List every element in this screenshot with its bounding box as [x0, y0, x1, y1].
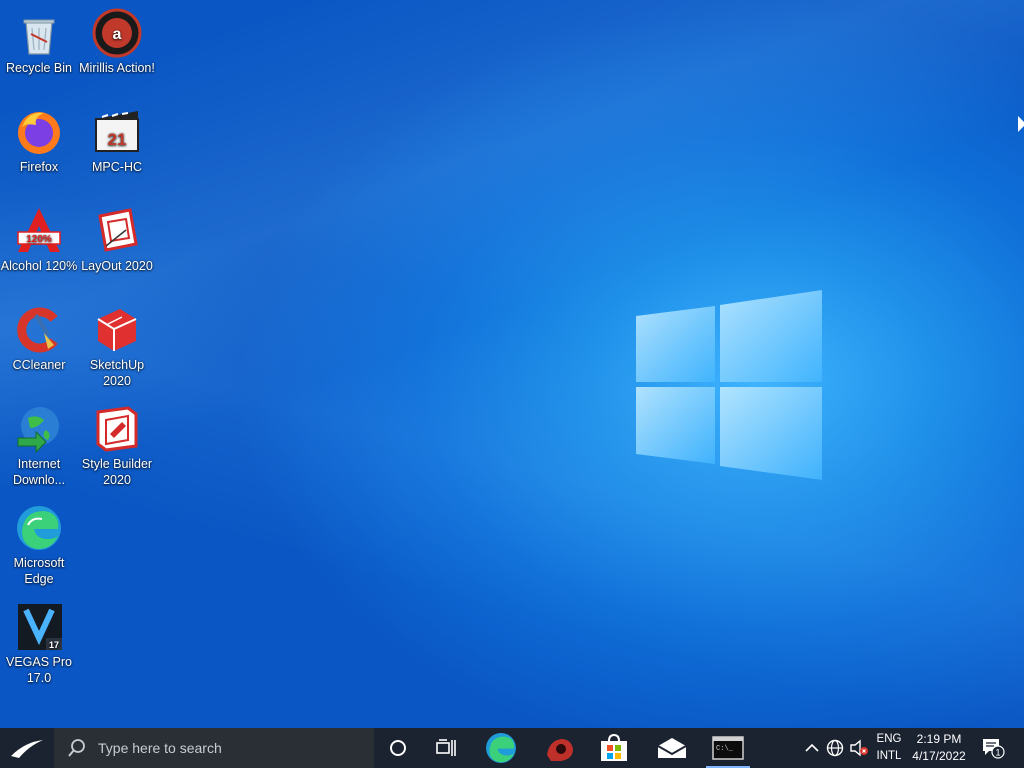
svg-text:C:\_: C:\_ — [716, 745, 734, 753]
task-view-icon — [436, 739, 456, 756]
desktop-icon-mpc-hc[interactable]: 21 MPC-HC — [78, 103, 156, 175]
mpc-hc-icon: 21 — [92, 107, 142, 157]
start-logo-icon — [11, 740, 43, 758]
desktop-icon-label: Alcohol 120% — [0, 259, 78, 273]
sketchup-2020-icon — [92, 305, 142, 355]
desktop-icon-internet-download-manager[interactable]: Internet Downlo... — [0, 400, 78, 488]
desktop-icon-layout-2020[interactable]: LayOut 2020 — [78, 202, 156, 274]
firefox-icon — [14, 107, 64, 157]
mirillis-action-icon: a — [92, 8, 142, 58]
taskbar-cmd-button[interactable]: C:\_ — [704, 728, 752, 768]
volume-muted-icon — [850, 739, 868, 757]
alcohol-120-icon: 120% — [14, 206, 64, 256]
mouse-cursor — [1018, 116, 1024, 132]
layout-2020-icon — [92, 206, 142, 256]
mirillis-action-icon — [547, 739, 573, 761]
svg-text:120%: 120% — [26, 234, 52, 245]
cmd-icon: C:\_ — [712, 736, 744, 760]
cortana-button[interactable] — [374, 728, 422, 768]
recycle-bin-icon — [14, 8, 64, 58]
desktop-icon-label: Firefox — [19, 160, 59, 174]
desktop-icon-mirillis-action[interactable]: a Mirillis Action! — [78, 4, 156, 76]
keyboard-layout: INTL — [876, 750, 902, 762]
desktop-icon-label: Recycle Bin — [6, 61, 72, 75]
desktop-icon-label: SketchUp 2020 — [89, 358, 145, 388]
desktop-icon-label: Style Builder 2020 — [81, 457, 153, 487]
taskbar: Type here to search C:\_ ENG INTL 2:19 P… — [0, 728, 1024, 768]
internet-download-manager-icon — [14, 404, 64, 454]
search-icon — [68, 739, 85, 757]
notification-icon: 1 — [983, 739, 1005, 759]
style-builder-2020-icon — [92, 404, 142, 454]
desktop-icon-label: Mirillis Action! — [79, 61, 155, 75]
taskbar-store-button[interactable] — [590, 728, 638, 768]
desktop-icon-recycle-bin[interactable]: Recycle Bin — [0, 4, 78, 76]
clock-date: 4/17/2022 — [912, 749, 966, 763]
volume-button[interactable] — [848, 728, 870, 768]
desktop-icon-label: Internet Downlo... — [12, 457, 66, 487]
action-center-button[interactable]: 1 — [978, 728, 1008, 768]
chevron-up-icon — [805, 743, 819, 752]
input-language-indicator[interactable]: ENG INTL — [874, 731, 904, 765]
search-placeholder: Type here to search — [98, 740, 222, 756]
desktop-icon-label: Microsoft Edge — [13, 556, 65, 586]
taskbar-search-box[interactable]: Type here to search — [54, 728, 374, 768]
microsoft-edge-icon — [14, 503, 64, 553]
taskbar-edge-button[interactable] — [477, 728, 525, 768]
microsoft-edge-icon — [486, 733, 516, 763]
vegas-pro-17-icon: 17 — [14, 602, 64, 652]
network-button[interactable] — [824, 728, 846, 768]
desktop-icon-firefox[interactable]: Firefox — [0, 103, 78, 175]
taskbar-clock[interactable]: 2:19 PM 4/17/2022 — [906, 731, 972, 765]
taskbar-mirillis-button[interactable] — [535, 728, 583, 768]
desktop-icon-vegas-pro-17[interactable]: 17 VEGAS Pro 17.0 — [0, 598, 78, 686]
desktop-icon-sketchup-2020[interactable]: SketchUp 2020 — [78, 301, 156, 389]
notification-count: 1 — [995, 748, 1000, 758]
taskbar-mail-button[interactable] — [648, 728, 696, 768]
mail-envelope-icon — [657, 738, 687, 758]
desktop-icon-label: CCleaner — [12, 358, 66, 372]
desktop-icon-label: MPC-HC — [92, 160, 142, 174]
clock-time: 2:19 PM — [916, 732, 962, 746]
svg-text:21: 21 — [108, 130, 127, 149]
windows-logo-wallpaper — [636, 290, 822, 480]
cortana-circle-icon — [390, 740, 406, 756]
desktop-icon-style-builder-2020[interactable]: Style Builder 2020 — [78, 400, 156, 488]
ccleaner-icon — [14, 305, 64, 355]
start-button[interactable] — [0, 728, 54, 768]
desktop-icon-label: VEGAS Pro 17.0 — [6, 655, 72, 685]
network-globe-icon — [826, 739, 844, 757]
desktop-icon-microsoft-edge[interactable]: Microsoft Edge — [0, 499, 78, 587]
svg-text:a: a — [113, 26, 122, 43]
language-code: ENG — [876, 733, 902, 745]
desktop-icon-ccleaner[interactable]: CCleaner — [0, 301, 78, 373]
svg-text:17: 17 — [49, 640, 59, 650]
show-hidden-icons-button[interactable] — [802, 728, 822, 768]
task-view-button[interactable] — [422, 728, 470, 768]
desktop-icon-alcohol-120[interactable]: 120% Alcohol 120% — [0, 202, 78, 274]
desktop-icon-label: LayOut 2020 — [81, 259, 153, 273]
store-bag-icon — [601, 733, 627, 761]
